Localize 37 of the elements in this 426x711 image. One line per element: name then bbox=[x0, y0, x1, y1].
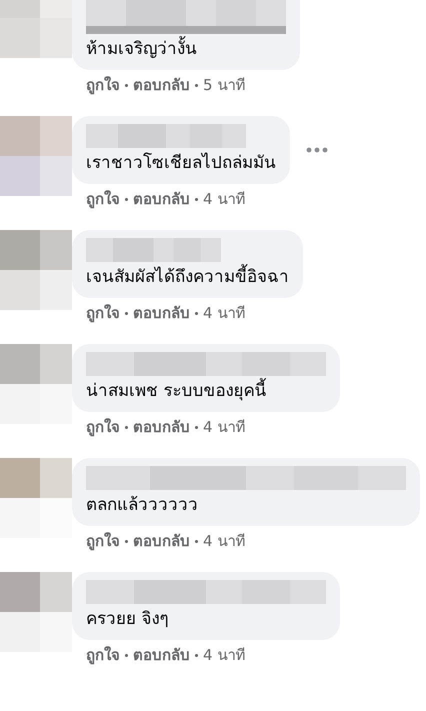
separator-dot bbox=[125, 426, 128, 428]
comment-time[interactable]: 4 นาที bbox=[203, 302, 246, 324]
like-link[interactable]: ถูกใจ bbox=[86, 188, 120, 210]
reply-link[interactable]: ตอบกลับ bbox=[133, 302, 190, 324]
like-link[interactable]: ถูกใจ bbox=[86, 644, 120, 666]
reply-link[interactable]: ตอบกลับ bbox=[133, 530, 190, 552]
like-link[interactable]: ถูกใจ bbox=[86, 416, 120, 438]
comment-time[interactable]: 4 นาที bbox=[203, 530, 246, 552]
like-link[interactable]: ถูกใจ bbox=[86, 302, 120, 324]
comment-time[interactable]: 5 นาที bbox=[203, 74, 246, 96]
separator-dot bbox=[195, 540, 198, 542]
separator-dot bbox=[125, 540, 128, 542]
reply-link[interactable]: ตอบกลับ bbox=[133, 644, 190, 666]
separator-dot bbox=[195, 198, 198, 200]
comment-text: เราชาวโซเชียลไปถล่มมัน bbox=[86, 152, 276, 175]
separator-dot bbox=[195, 84, 198, 86]
reply-link[interactable]: ตอบกลับ bbox=[133, 188, 190, 210]
comment-time[interactable]: 4 นาที bbox=[203, 188, 246, 210]
separator-dot bbox=[195, 426, 198, 428]
like-link[interactable]: ถูกใจ bbox=[86, 530, 120, 552]
reply-link[interactable]: ตอบกลับ bbox=[133, 74, 190, 96]
more-icon[interactable] bbox=[306, 147, 328, 153]
comment-time[interactable]: 4 นาที bbox=[203, 416, 246, 438]
like-link[interactable]: ถูกใจ bbox=[86, 74, 120, 96]
comment-text: ห้ามเจริญว่างั้น bbox=[86, 36, 286, 62]
separator-dot bbox=[125, 84, 128, 86]
comment-text: น่าสมเพช ระบบของยุคนี้ bbox=[86, 378, 326, 404]
comment-text: เจนสัมผัสได้ถึงความขี้อิจฉา bbox=[86, 264, 289, 290]
separator-dot bbox=[195, 312, 198, 314]
separator-dot bbox=[125, 198, 128, 200]
separator-dot bbox=[195, 654, 198, 656]
comment-text: ครวยย จิงๆ bbox=[86, 608, 170, 631]
separator-dot bbox=[125, 312, 128, 314]
separator-dot bbox=[125, 654, 128, 656]
comment-text: ตลกแล้วววววว bbox=[86, 494, 199, 517]
reply-link[interactable]: ตอบกลับ bbox=[133, 416, 190, 438]
comment-time[interactable]: 4 นาที bbox=[203, 644, 246, 666]
